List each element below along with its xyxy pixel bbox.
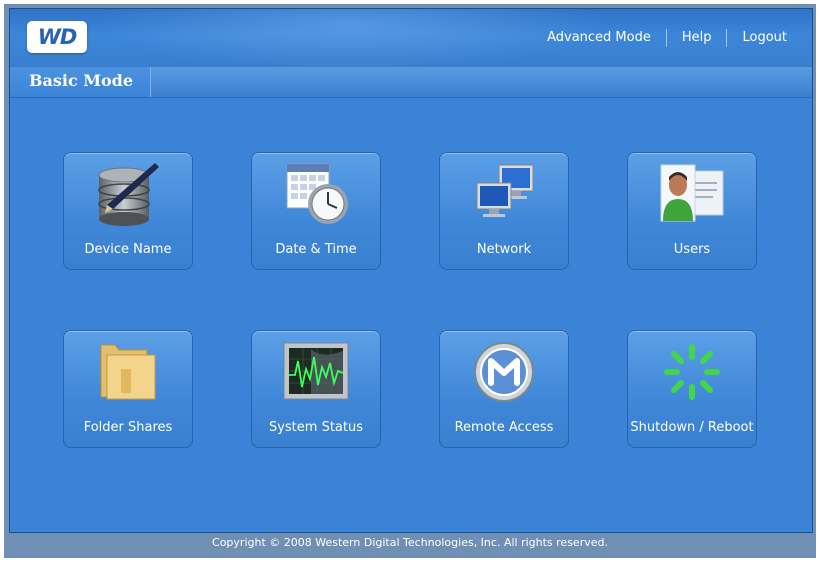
user-card-icon xyxy=(660,164,724,222)
tile-label: Device Name xyxy=(84,242,172,257)
monitor-graph-icon xyxy=(283,342,349,400)
remote-access-tile[interactable]: Remote Access xyxy=(439,330,569,448)
tile-label: System Status xyxy=(268,420,364,435)
help-link[interactable]: Help xyxy=(667,29,727,47)
mionet-icon xyxy=(474,342,534,402)
tile-label: Remote Access xyxy=(454,420,554,435)
folder-shares-tile[interactable]: Folder Shares xyxy=(63,330,193,448)
database-pen-icon xyxy=(98,163,159,226)
tile-label: Network xyxy=(476,242,532,257)
logout-link[interactable]: Logout xyxy=(727,29,802,47)
top-nav: Advanced Mode Help Logout xyxy=(532,29,802,47)
device-name-tile[interactable]: Device Name xyxy=(63,152,193,270)
copyright-text: Copyright © 2008 Western Digital Technol… xyxy=(212,536,608,549)
tab-bar: Basic Mode xyxy=(10,67,812,98)
wd-logo: WD xyxy=(27,21,87,53)
network-monitors-icon xyxy=(476,164,534,217)
folder-icon xyxy=(100,344,156,400)
shutdown-reboot-tile[interactable]: Shutdown / Reboot xyxy=(627,330,757,448)
users-tile[interactable]: Users xyxy=(627,152,757,270)
tab-basic-mode[interactable]: Basic Mode xyxy=(10,67,151,97)
logo-text: WD xyxy=(37,25,78,49)
network-tile[interactable]: Network xyxy=(439,152,569,270)
advanced-mode-link[interactable]: Advanced Mode xyxy=(532,29,666,47)
date-time-tile[interactable]: Date & Time xyxy=(251,152,381,270)
tile-label: Folder Shares xyxy=(83,420,173,435)
system-status-tile[interactable]: System Status xyxy=(251,330,381,448)
calendar-clock-icon xyxy=(286,163,348,224)
tab-label: Basic Mode xyxy=(29,71,134,90)
footer: Copyright © 2008 Western Digital Technol… xyxy=(0,531,820,558)
spinner-icon xyxy=(664,344,720,400)
tile-label: Date & Time xyxy=(275,242,357,257)
header: WD Advanced Mode Help Logout xyxy=(10,9,812,69)
tile-label: Users xyxy=(673,242,711,257)
tile-label: Shutdown / Reboot xyxy=(630,420,754,435)
app-panel: WD Advanced Mode Help Logout Basic Mode xyxy=(9,8,813,533)
